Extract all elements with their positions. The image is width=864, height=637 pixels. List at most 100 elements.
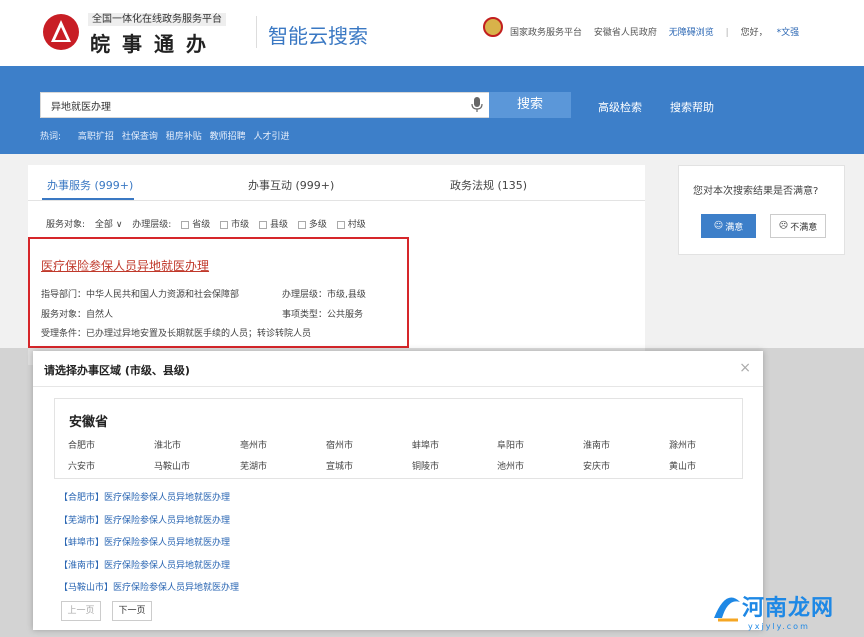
user-name[interactable]: *文强	[777, 28, 800, 38]
city-option[interactable]: 芜湖市	[240, 459, 267, 472]
filter-bar: 服务对象: 全部 ∨ 办理层级: 省级 市级 县级 多级 村级	[46, 217, 373, 230]
city-option[interactable]: 蚌埠市	[412, 438, 439, 451]
active-tab-indicator	[42, 198, 134, 200]
level-option-label: 多级	[308, 220, 327, 230]
checkbox-icon	[336, 220, 345, 229]
tab-services[interactable]: 办事服务 (999+)	[47, 177, 133, 193]
city-option[interactable]: 六安市	[68, 459, 95, 472]
region-result-link[interactable]: 【马鞍山市】医疗保险参保人员异地就医办理	[59, 580, 239, 593]
satisfied-button[interactable]: ☺ 满意	[701, 214, 756, 238]
city-option[interactable]: 滁州市	[669, 438, 696, 451]
hot-word[interactable]: 租房补贴	[166, 132, 202, 142]
city-option[interactable]: 阜阳市	[497, 438, 524, 451]
search-input[interactable]	[51, 93, 451, 117]
hot-word[interactable]: 社保查询	[122, 132, 158, 142]
checkbox-icon	[297, 220, 306, 229]
level-option-label: 县级	[269, 220, 288, 230]
result-target: 服务对象：自然人	[41, 310, 114, 320]
modal-header: 请选择办事区域 (市级、县级) ×	[33, 351, 763, 387]
search-button[interactable]: 搜索	[489, 92, 571, 118]
level-option-label: 村级	[347, 220, 366, 230]
level-option-label: 市级	[231, 220, 250, 230]
city-option[interactable]: 淮南市	[583, 438, 610, 451]
hot-words-label: 热词:	[40, 132, 62, 142]
greeting-text: 您好，	[740, 28, 768, 38]
level-checkbox[interactable]: 村级	[336, 217, 366, 230]
prev-page-button[interactable]: 上一页	[61, 601, 101, 621]
page-title: 智能云搜索	[268, 24, 368, 48]
microphone-icon[interactable]	[471, 97, 483, 113]
level-checkbox[interactable]: 县级	[258, 217, 288, 230]
region-modal: 请选择办事区域 (市级、县级) × 安徽省 合肥市 淮北市 亳州市 宿州市 蚌埠市 阜阳市…	[33, 351, 763, 630]
result-tabs: 办事服务 (999+) 办事互动 (999+) 政务法规 (135)	[28, 165, 645, 201]
result-type: 事项类型：公共服务	[282, 310, 364, 320]
city-option[interactable]: 合肥市	[68, 438, 95, 451]
unsatisfied-button[interactable]: ☹ 不满意	[770, 214, 826, 238]
modal-title: 请选择办事区域 (市级、县级)	[44, 364, 190, 377]
result-title-link[interactable]: 医疗保险参保人员异地就医办理	[41, 257, 209, 274]
smile-icon: ☺	[713, 221, 724, 231]
next-page-button[interactable]: 下一页	[112, 601, 152, 621]
site-header: 全国一体化在线政务服务平台 皖事通办 智能云搜索 国家政务服务平台 安徽省人民政…	[0, 0, 864, 66]
city-option[interactable]: 宣城市	[326, 459, 353, 472]
satisfied-label: 满意	[725, 222, 744, 233]
link-accessibility[interactable]: 无障碍浏览	[669, 28, 714, 38]
hot-word[interactable]: 教师招聘	[210, 132, 246, 142]
result-department: 指导部门：中华人民共和国人力资源和社会保障部	[41, 290, 240, 300]
result-title-prefix: 医疗保险参保人员	[41, 259, 138, 273]
city-option[interactable]: 淮北市	[154, 438, 181, 451]
national-emblem-icon	[483, 17, 503, 37]
result-condition: 受理条件：已办理过异地安置及长期就医手续的人员；转诊转院人员	[41, 329, 312, 339]
unsatisfied-label: 不满意	[790, 222, 818, 233]
link-anhui-government[interactable]: 安徽省人民政府	[594, 28, 657, 38]
city-option[interactable]: 安庆市	[583, 459, 610, 472]
level-filter-label: 办理层级:	[132, 220, 172, 230]
city-option[interactable]: 宿州市	[326, 438, 353, 451]
search-help-link[interactable]: 搜索帮助	[670, 99, 714, 115]
advanced-search-link[interactable]: 高级检索	[598, 99, 642, 115]
hot-word[interactable]: 人才引进	[253, 132, 289, 142]
watermark-text: 河南龙网	[742, 596, 835, 621]
close-icon[interactable]: ×	[739, 360, 751, 376]
city-option[interactable]: 铜陵市	[412, 459, 439, 472]
region-result-link[interactable]: 【合肥市】医疗保险参保人员异地就医办理	[59, 490, 230, 503]
result-title-highlight: 异地就医办理	[137, 259, 210, 273]
tab-interaction[interactable]: 办事互动 (999+)	[248, 177, 334, 193]
result-item: 医疗保险参保人员异地就医办理 指导部门：中华人民共和国人力资源和社会保障部 办理…	[28, 237, 409, 348]
frown-icon: ☹	[778, 221, 789, 231]
watermark-url: yxjyly.com	[748, 622, 810, 631]
target-filter-label: 服务对象:	[46, 220, 86, 230]
logo-subtitle: 全国一体化在线政务服务平台	[88, 13, 226, 26]
hot-words: 热词: 高职扩招 社保查询 租房补贴 教师招聘 人才引进	[40, 129, 295, 142]
level-checkbox[interactable]: 省级	[181, 217, 210, 230]
region-result-link[interactable]: 【芜湖市】医疗保险参保人员异地就医办理	[59, 513, 230, 526]
search-box	[40, 92, 490, 118]
target-filter-select[interactable]: 全部 ∨	[95, 217, 122, 230]
checkbox-icon	[220, 220, 229, 229]
link-national-platform[interactable]: 国家政务服务平台	[510, 28, 582, 38]
search-band: 搜索 高级检索 搜索帮助 热词: 高职扩招 社保查询 租房补贴 教师招聘 人才引…	[0, 66, 864, 154]
city-option[interactable]: 马鞍山市	[154, 459, 190, 472]
level-checkbox[interactable]: 市级	[220, 217, 249, 230]
city-option[interactable]: 亳州市	[240, 438, 267, 451]
satisfaction-panel: 您对本次搜索结果是否满意? ☺ 满意 ☹ 不满意	[678, 165, 845, 255]
result-level: 办理层级：市级,县级	[282, 290, 366, 300]
target-filter-value: 全部	[94, 220, 113, 230]
region-result-link[interactable]: 【蚌埠市】医疗保险参保人员异地就医办理	[59, 535, 230, 548]
satisfaction-question: 您对本次搜索结果是否满意?	[693, 186, 819, 197]
city-option[interactable]: 黄山市	[669, 459, 696, 472]
chevron-down-icon: ∨	[115, 220, 123, 230]
link-separator: |	[725, 28, 729, 38]
checkbox-icon	[181, 220, 190, 229]
tab-regulations[interactable]: 政务法规 (135)	[450, 177, 527, 193]
watermark-logo-icon	[714, 597, 740, 622]
level-option-label: 省级	[192, 220, 211, 230]
level-checkbox[interactable]: 多级	[297, 217, 327, 230]
hot-word[interactable]: 高职扩招	[78, 132, 114, 142]
logo-title: 皖事通办	[90, 32, 218, 56]
region-result-link[interactable]: 【淮南市】医疗保险参保人员异地就医办理	[59, 558, 230, 571]
watermark: 河南龙网 yxjyly.com	[712, 588, 862, 634]
city-option[interactable]: 池州市	[497, 459, 524, 472]
region-picker: 安徽省 合肥市 淮北市 亳州市 宿州市 蚌埠市 阜阳市 淮南市 滁州市 六安市 马鞍山市 芜湖市 宣城…	[54, 398, 743, 479]
checkbox-icon	[258, 220, 267, 229]
